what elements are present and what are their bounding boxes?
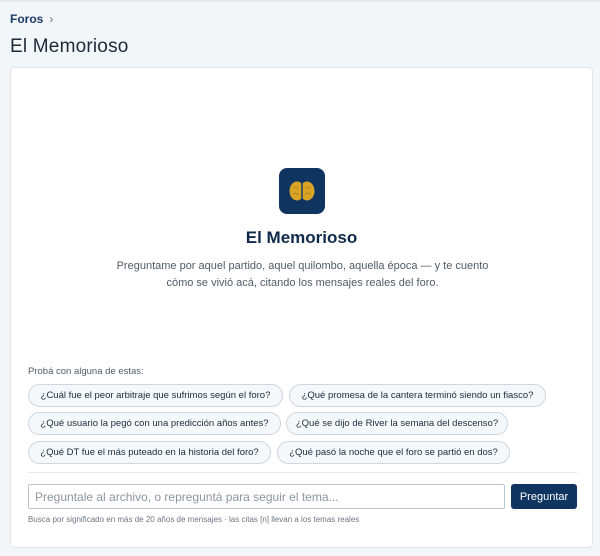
suggestion-chip[interactable]: ¿Qué se dijo de River la semana del desc… [286,412,508,435]
suggestion-chip[interactable]: ¿Cuál fue el peor arbitraje que sufrimos… [28,384,283,407]
breadcrumb-foros-link[interactable]: Foros [10,12,43,26]
question-input[interactable] [28,484,505,509]
suggestion-chip[interactable]: ¿Qué DT fue el más puteado en la histori… [28,441,271,464]
chevron-right-icon: › [49,12,54,26]
page-title: El Memorioso [10,36,129,57]
top-border [0,0,600,2]
hero-icon-tile [279,168,325,214]
hero-title: El Memorioso [245,228,358,247]
hero-description: Preguntame por aquel partido, aquel quil… [116,260,489,289]
suggestion-chip[interactable]: ¿Qué pasó la noche que el foro se partió… [277,441,510,464]
suggestion-chip[interactable]: ¿Qué usuario la pegó con una predicción … [28,412,281,435]
memorioso-card: El Memorioso Preguntame por aquel partid… [10,67,593,548]
brain-icon [289,181,315,201]
suggestions-label: Probá con alguna de estas: [28,366,144,377]
composer-divider [28,472,577,473]
suggestion-chip[interactable]: ¿Qué promesa de la cantera terminó siend… [289,384,546,407]
breadcrumb: Foros › [10,12,53,26]
ask-button[interactable]: Preguntar [511,484,577,509]
search-hint: Busca por significado en más de 20 años … [28,515,360,524]
